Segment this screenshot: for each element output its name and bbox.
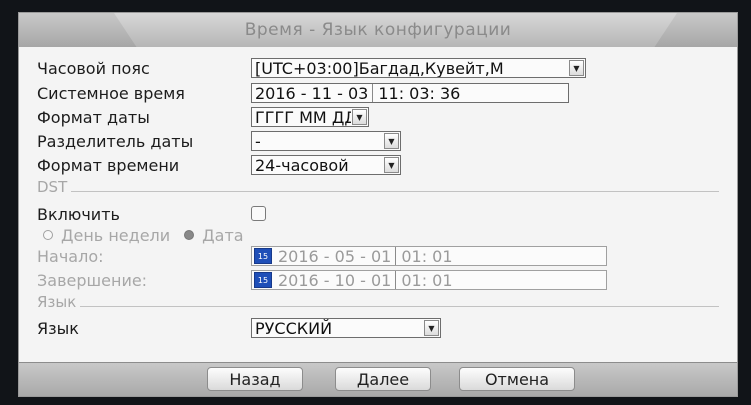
dst-section-title: DST <box>37 178 68 196</box>
language-section-header: Язык <box>37 293 719 311</box>
dst-mode-row: День недели Дата <box>43 224 244 246</box>
dialog-footer: Назад Далее Отмена <box>19 362 737 396</box>
system-time-label: Системное время <box>37 83 185 103</box>
section-divider <box>71 190 719 192</box>
dst-end-row: Завершение: <box>37 269 147 291</box>
date-format-value: ГГГГ ММ ДД <box>255 107 351 127</box>
date-format-row: Формат даты <box>37 106 150 128</box>
screen: Время - Язык конфигурации Часовой пояс [… <box>0 0 751 405</box>
date-separator-value: - <box>255 131 261 151</box>
next-button[interactable]: Далее <box>335 367 431 391</box>
dst-enable-checkbox[interactable] <box>251 206 266 221</box>
dst-mode-date-label: Дата <box>202 225 244 245</box>
date-format-label: Формат даты <box>37 107 150 127</box>
dst-start-date[interactable]: 2016 - 05 - 01 <box>278 247 391 265</box>
date-separator-dropdown[interactable]: - ▼ <box>251 131 401 151</box>
dst-end-time[interactable]: 01: 01 <box>395 271 453 289</box>
time-format-label: Формат времени <box>37 155 180 175</box>
dst-start-field[interactable]: 15 2016 - 05 - 01 01: 01 <box>251 246 607 266</box>
language-dropdown[interactable]: РУССКИЙ ▼ <box>251 318 441 338</box>
dst-mode-week-label: День недели <box>61 225 171 245</box>
timezone-row: Часовой пояс <box>37 57 150 79</box>
dst-section-header: DST <box>37 178 719 196</box>
dst-start-time[interactable]: 01: 01 <box>395 247 453 265</box>
dst-enable-label: Включить <box>37 204 120 224</box>
date-separator-row: Разделитель даты <box>37 130 193 152</box>
date-format-dropdown[interactable]: ГГГГ ММ ДД ▼ <box>251 107 369 127</box>
calendar-icon[interactable]: 15 <box>254 272 272 288</box>
time-format-value: 24-часовой <box>255 155 349 175</box>
back-button[interactable]: Назад <box>207 367 303 391</box>
radio-date[interactable] <box>184 230 195 240</box>
dst-end-field[interactable]: 15 2016 - 10 - 01 01: 01 <box>251 270 607 290</box>
dst-start-row: Начало: <box>37 245 104 267</box>
system-date-value[interactable]: 2016 - 11 - 03 <box>255 84 368 102</box>
language-value: РУССКИЙ <box>255 318 333 338</box>
dialog-content: Часовой пояс [UTC+03:00]Багдад,Кувейт,М … <box>19 47 737 365</box>
system-time-row: Системное время <box>37 82 185 104</box>
dst-end-date[interactable]: 2016 - 10 - 01 <box>278 271 391 289</box>
timezone-dropdown[interactable]: [UTC+03:00]Багдад,Кувейт,М ▼ <box>251 58 586 78</box>
radio-week[interactable] <box>43 230 53 240</box>
dst-start-label: Начало: <box>37 246 104 266</box>
time-format-row: Формат времени <box>37 154 179 176</box>
dst-enable-row: Включить <box>37 203 120 225</box>
language-row: Язык <box>37 317 79 339</box>
time-format-dropdown[interactable]: 24-часовой ▼ <box>251 155 401 175</box>
chevron-down-icon[interactable]: ▼ <box>384 133 399 149</box>
section-divider <box>80 305 719 307</box>
dialog-title: Время - Язык конфигурации <box>244 20 512 40</box>
dst-end-label: Завершение: <box>37 270 148 290</box>
timezone-value: [UTC+03:00]Багдад,Кувейт,М <box>255 58 504 78</box>
timezone-label: Часовой пояс <box>37 58 150 78</box>
system-time-field[interactable]: 2016 - 11 - 03 11: 03: 36 <box>251 83 569 103</box>
chevron-down-icon[interactable]: ▼ <box>424 320 439 336</box>
cancel-button[interactable]: Отмена <box>459 367 575 391</box>
system-time-value[interactable]: 11: 03: 36 <box>372 84 460 102</box>
chevron-down-icon[interactable]: ▼ <box>352 109 367 125</box>
date-separator-label: Разделитель даты <box>37 131 194 151</box>
time-language-config-dialog: Время - Язык конфигурации Часовой пояс [… <box>18 12 738 397</box>
language-label: Язык <box>37 318 79 338</box>
chevron-down-icon[interactable]: ▼ <box>384 157 399 173</box>
language-section-title: Язык <box>37 293 77 311</box>
calendar-icon[interactable]: 15 <box>254 248 272 264</box>
title-bar: Время - Язык конфигурации <box>19 13 737 48</box>
chevron-down-icon[interactable]: ▼ <box>569 60 584 76</box>
